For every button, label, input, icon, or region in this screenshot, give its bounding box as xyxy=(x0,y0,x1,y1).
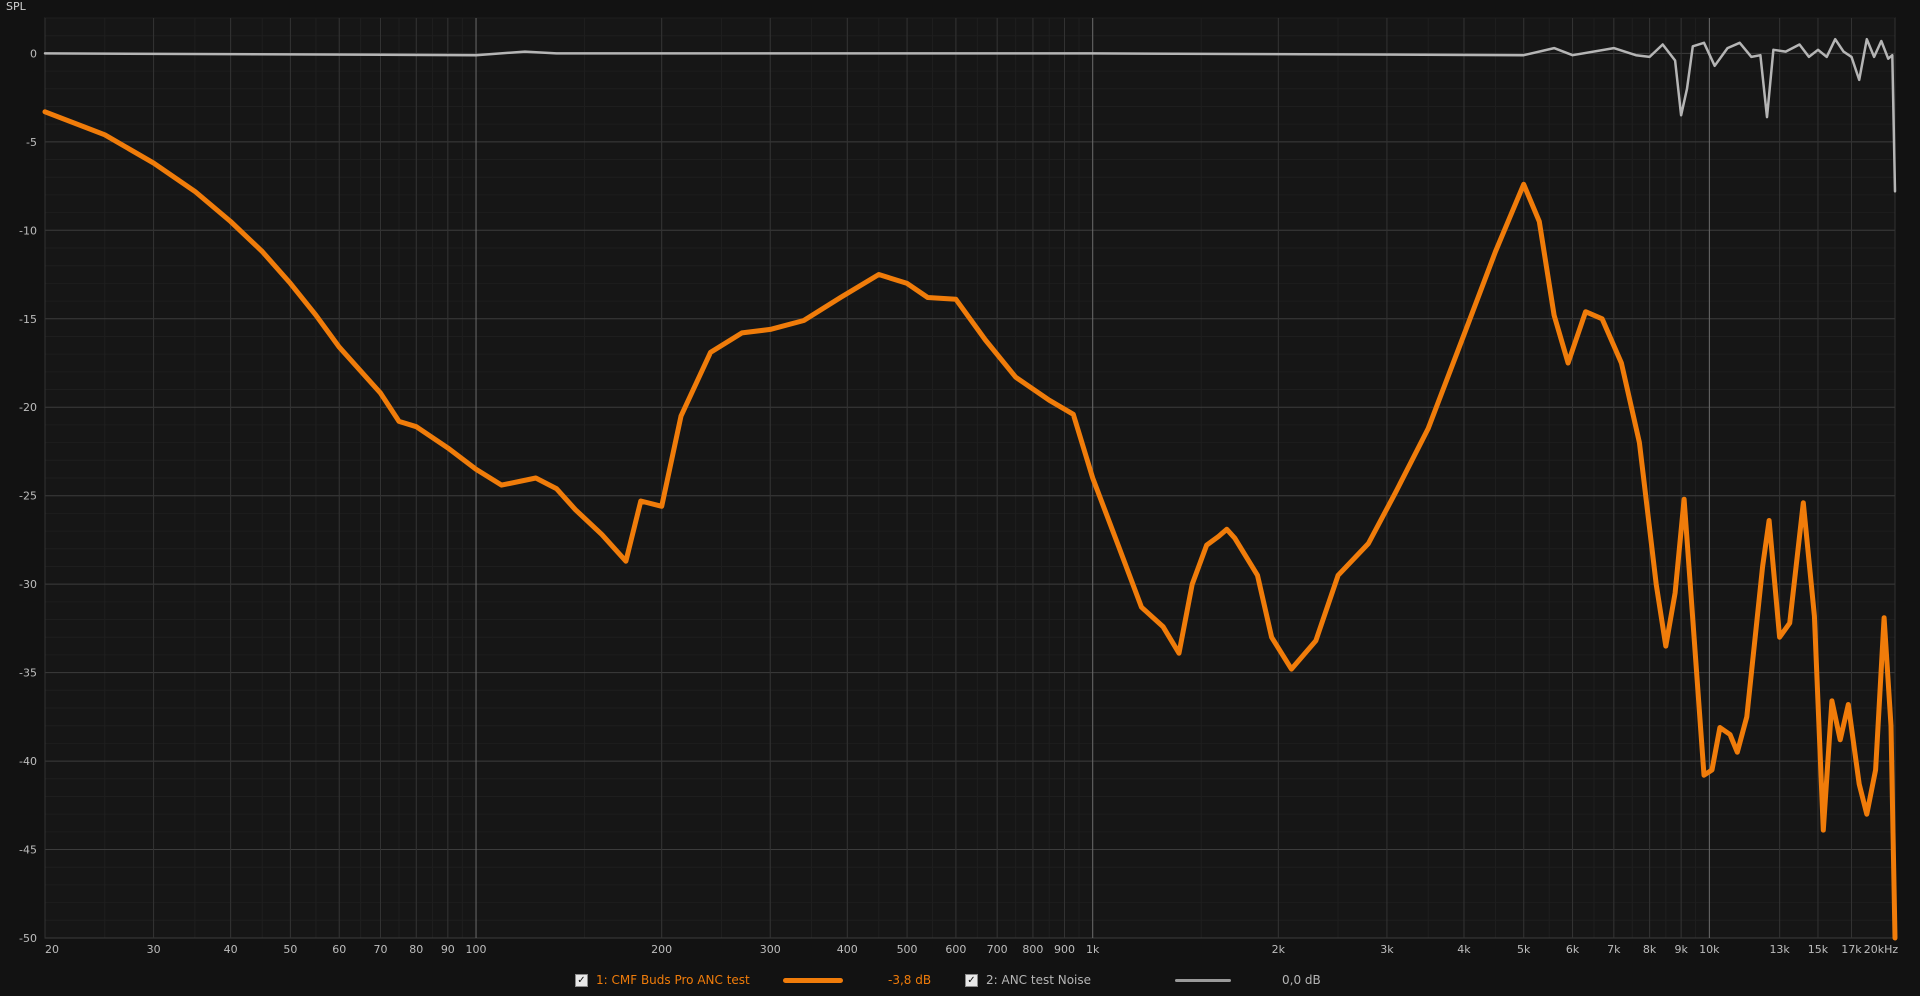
x-tick-label: 500 xyxy=(897,943,918,956)
x-tick-label: 20 xyxy=(45,943,59,956)
y-tick-label: -10 xyxy=(19,224,37,237)
y-tick-label: -45 xyxy=(19,844,37,857)
x-tick-label: 3k xyxy=(1380,943,1394,956)
y-tick-label: -15 xyxy=(19,313,37,326)
frequency-response-chart: 0 -5 -10 -15 -20 -25 -30 -35 -40 -45 -50 20 30 40 50 60… xyxy=(19,17,1899,956)
y-tick-label: -20 xyxy=(19,401,37,414)
x-tick-label: 9k xyxy=(1674,943,1688,956)
x-tick-label: 300 xyxy=(760,943,781,956)
x-tick-label: 5k xyxy=(1517,943,1531,956)
x-tick-label: 40 xyxy=(224,943,238,956)
x-tick-label: 6k xyxy=(1566,943,1580,956)
x-tick-label: 50 xyxy=(283,943,297,956)
legend-checkbox-1[interactable]: ✓ xyxy=(575,973,588,987)
y-tick-label: -30 xyxy=(19,578,37,591)
x-tick-label: 15k xyxy=(1808,943,1829,956)
x-tick-label: 400 xyxy=(837,943,858,956)
x-tick-label: 800 xyxy=(1022,943,1043,956)
x-tick-label: 7k xyxy=(1607,943,1621,956)
x-tick-label: 13k xyxy=(1769,943,1790,956)
x-tick-label: 80 xyxy=(409,943,423,956)
legend-value-2: 0,0 dB xyxy=(1282,973,1321,987)
x-tick-label: 20kHz xyxy=(1864,943,1899,956)
legend-label-1: 1: CMF Buds Pro ANC test xyxy=(596,973,750,987)
x-tick-label: 1k xyxy=(1086,943,1100,956)
y-tick-label: 0 xyxy=(30,47,37,60)
legend-item-2[interactable]: ✓ 2: ANC test Noise xyxy=(965,973,1091,987)
x-tick-label: 70 xyxy=(374,943,388,956)
legend-swatch-2 xyxy=(1175,979,1231,982)
x-tick-label: 17k xyxy=(1841,943,1862,956)
legend-checkbox-2[interactable]: ✓ xyxy=(965,973,978,987)
y-tick-label: -25 xyxy=(19,490,37,503)
x-tick-label: 8k xyxy=(1643,943,1657,956)
y-tick-label: -40 xyxy=(19,755,37,768)
x-tick-label: 90 xyxy=(441,943,455,956)
x-tick-label: 2k xyxy=(1272,943,1286,956)
legend: ✓ 1: CMF Buds Pro ANC test -3,8 dB ✓ 2: … xyxy=(0,970,1920,990)
x-tick-label: 4k xyxy=(1457,943,1471,956)
x-tick-label: 30 xyxy=(147,943,161,956)
y-axis-label: SPL xyxy=(6,0,26,13)
x-tick-label: 700 xyxy=(987,943,1008,956)
legend-value-1: -3,8 dB xyxy=(888,973,932,987)
y-tick-label: -35 xyxy=(19,667,37,680)
legend-label-2: 2: ANC test Noise xyxy=(986,973,1092,987)
x-tick-label: 600 xyxy=(945,943,966,956)
y-tick-label: -50 xyxy=(19,932,37,945)
x-tick-label: 900 xyxy=(1054,943,1075,956)
legend-swatch-1 xyxy=(783,978,843,983)
x-tick-label: 100 xyxy=(466,943,487,956)
x-tick-label: 200 xyxy=(651,943,672,956)
y-tick-label: -5 xyxy=(26,136,37,149)
x-tick-label: 10k xyxy=(1699,943,1720,956)
legend-item-1[interactable]: ✓ 1: CMF Buds Pro ANC test xyxy=(575,973,750,987)
x-tick-label: 60 xyxy=(332,943,346,956)
